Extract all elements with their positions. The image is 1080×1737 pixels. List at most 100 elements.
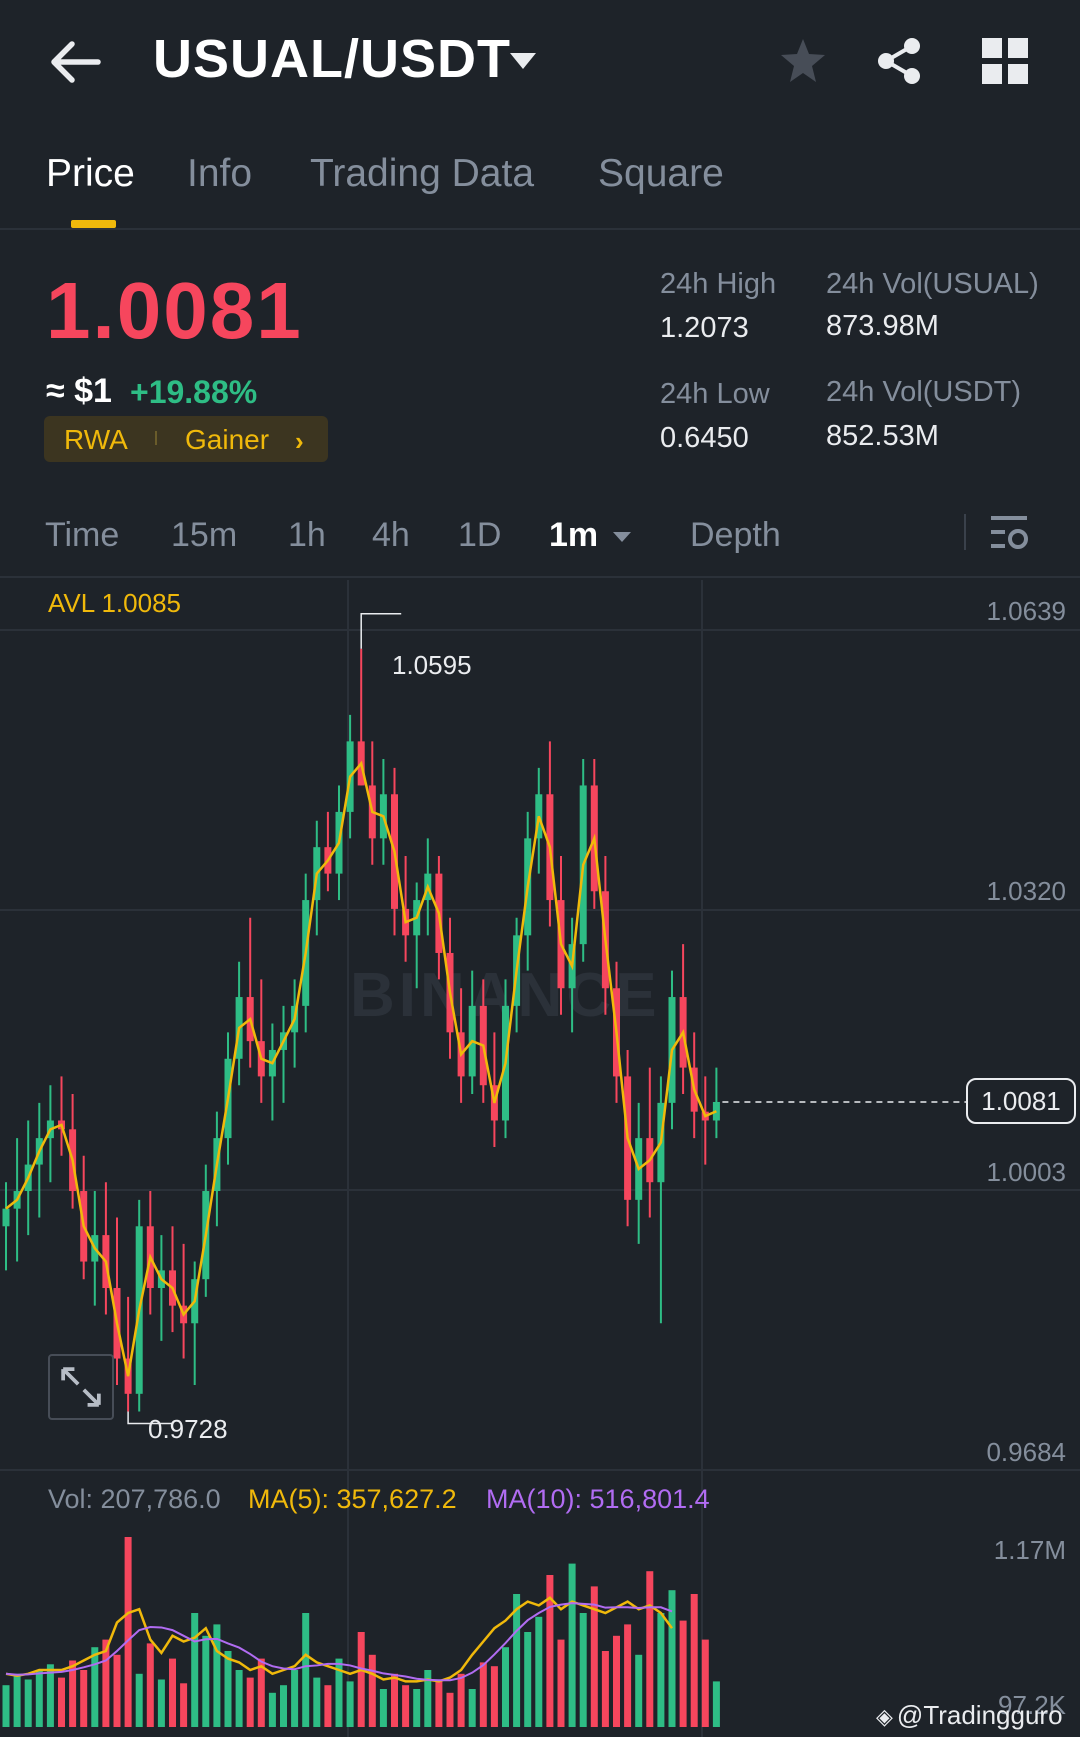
candle-body (413, 900, 421, 936)
volume-bar (346, 1681, 354, 1727)
current-price-tag: 1.0081 (966, 1077, 1076, 1124)
volume-bar (368, 1654, 376, 1727)
candle-body (235, 997, 243, 1059)
tab-bar: Price Info Trading Data Square (0, 140, 1080, 230)
volume-bar (524, 1632, 532, 1727)
high-marker-line (360, 613, 402, 649)
binance-logo-icon: ◈ (876, 1704, 893, 1729)
vol-quote-label: 24h Vol(USDT) (826, 376, 1022, 408)
vol-quote-value: 852.53M (826, 420, 939, 452)
candle-body (635, 1138, 643, 1200)
candle-body (313, 847, 321, 901)
candle-body (402, 908, 410, 936)
volume-bar (246, 1677, 254, 1727)
volume-ma10-line (5, 1602, 673, 1682)
timeframe-1h[interactable]: 1h (288, 516, 326, 555)
active-tab-indicator (71, 220, 116, 228)
timeframe-1d[interactable]: 1D (458, 516, 501, 555)
candle-body (124, 1358, 132, 1394)
price-ma-line (5, 760, 717, 1377)
low-value: 0.6450 (660, 422, 749, 454)
tag-divider (155, 431, 157, 445)
volume-ma5-line (5, 1596, 674, 1683)
volume-bar (35, 1670, 43, 1727)
volume-bar (635, 1654, 643, 1727)
candle-body (157, 1270, 165, 1289)
candle-body (102, 1235, 110, 1289)
high-value: 1.2073 (660, 312, 749, 344)
volume-bar (690, 1594, 698, 1727)
tab-info[interactable]: Info (187, 152, 252, 196)
volume-bar (413, 1689, 421, 1727)
grid-menu-icon[interactable] (982, 38, 1028, 84)
price-chart[interactable] (0, 0, 1080, 1737)
exchange-watermark: BINANCE (350, 961, 661, 1030)
candle-body (169, 1270, 176, 1306)
volume-bar (513, 1594, 521, 1727)
candle-body (69, 1129, 77, 1192)
favorite-star-icon[interactable] (778, 36, 828, 86)
volume-bar (590, 1586, 598, 1727)
timeframe-4h[interactable]: 4h (372, 516, 410, 555)
volume-bar (668, 1590, 676, 1727)
tag-chip[interactable]: RWA Gainer › (44, 416, 328, 462)
depth-tab[interactable]: Depth (690, 516, 781, 555)
candle-body (135, 1226, 143, 1394)
candle-body (391, 794, 398, 909)
volume-bar (424, 1670, 432, 1727)
timeframe-time[interactable]: Time (45, 516, 119, 555)
timeframe-15m[interactable]: 15m (171, 516, 237, 555)
volume-bar (235, 1670, 243, 1727)
volume-bar (80, 1670, 88, 1727)
candle-body (668, 997, 676, 1103)
candle-body (180, 1305, 188, 1324)
volume-bar (391, 1673, 398, 1727)
share-icon[interactable] (874, 36, 924, 86)
volume-bar (568, 1563, 576, 1727)
y-tick-1: 1.0639 (986, 596, 1066, 626)
pair-dropdown-icon[interactable] (508, 50, 538, 72)
expand-chart-button[interactable] (48, 1354, 114, 1420)
volume-bar (280, 1685, 287, 1727)
volume-bar (646, 1571, 654, 1727)
tab-trading-data[interactable]: Trading Data (310, 152, 534, 196)
timeframe-1m[interactable]: 1m (549, 516, 598, 555)
candle-body (80, 1191, 88, 1262)
candle-body (690, 1067, 698, 1112)
credit-text: @Tradingguro (896, 1700, 1063, 1730)
chart-settings-icon[interactable] (988, 512, 1030, 554)
header: USUAL/USDT (0, 0, 1080, 130)
volume-bar (546, 1575, 554, 1727)
avl-divider (0, 629, 1080, 631)
volume-bar (701, 1639, 709, 1727)
candle-body (657, 1102, 665, 1183)
candle-body (202, 1191, 210, 1280)
candle-body (58, 1120, 65, 1130)
chevron-right-icon: › (295, 426, 304, 456)
vol-base-value: 873.98M (826, 310, 939, 342)
volume-bar (468, 1689, 476, 1727)
volume-bar (479, 1662, 487, 1727)
volume-bar (712, 1681, 720, 1727)
tab-square[interactable]: Square (598, 152, 724, 196)
vol-ma5-label: MA(5): 357,627.2 (248, 1484, 457, 1514)
expand-icon (61, 1367, 101, 1407)
volume-bar (202, 1635, 210, 1727)
volume-bar (191, 1613, 199, 1727)
tab-price[interactable]: Price (46, 152, 135, 196)
volume-bar (135, 1673, 143, 1727)
volume-bar (113, 1654, 121, 1727)
candle-body (646, 1138, 654, 1183)
timeframe-dropdown-icon[interactable] (612, 530, 632, 544)
pair-title[interactable]: USUAL/USDT (153, 28, 511, 90)
candle-body (457, 1032, 465, 1077)
volume-bar (24, 1679, 32, 1727)
volume-bar (379, 1689, 387, 1727)
y-tick-3: 1.0003 (986, 1157, 1066, 1187)
volume-bar (657, 1613, 665, 1727)
volume-bar (2, 1685, 10, 1727)
back-arrow-icon[interactable] (48, 38, 104, 86)
candle-body (579, 785, 587, 945)
volume-bar (579, 1613, 587, 1727)
candle-body (335, 811, 343, 874)
